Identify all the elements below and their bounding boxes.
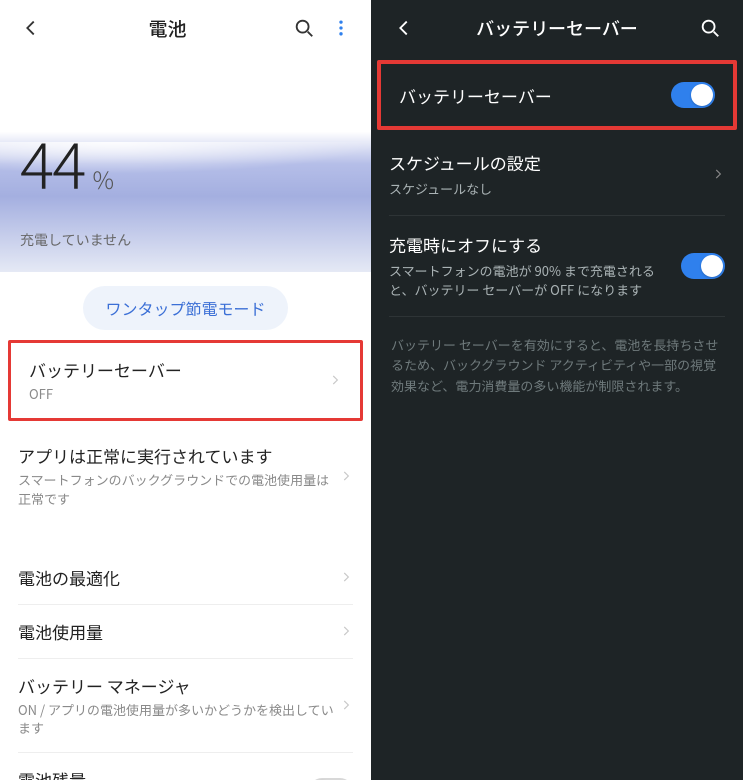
- back-icon[interactable]: [385, 9, 423, 47]
- percent-mark: %: [92, 161, 114, 196]
- help-text: バッテリー セーバーを有効にすると、電池を長持ちさせるため、バックグラウンド ア…: [371, 317, 743, 415]
- apps-running-row[interactable]: アプリは正常に実行されています スマートフォンのバックグラウンドでの電池使用量は…: [0, 429, 371, 523]
- battery-manager-row[interactable]: バッテリー マネージャ ON / アプリの電池使用量が多いかどうかを検出していま…: [0, 659, 371, 753]
- search-icon[interactable]: [691, 9, 729, 47]
- charge-off-sub: スマートフォンの電池が 90% まで充電されると、バッテリー セーバーが OFF…: [389, 261, 669, 300]
- page-title: バッテリーセーバー: [423, 15, 691, 41]
- charge-status: 充電していません: [20, 230, 351, 250]
- battery-percent-value: 44: [20, 116, 84, 208]
- manager-title: バッテリー マネージャ: [18, 673, 339, 698]
- charge-off-row[interactable]: 充電時にオフにする スマートフォンの電池が 90% まで充電されると、バッテリー…: [371, 216, 743, 316]
- optimize-title: 電池の最適化: [18, 565, 339, 590]
- battery-hero: 44 % 充電していません: [0, 56, 371, 272]
- highlight-battery-saver: バッテリーセーバー OFF: [8, 340, 363, 421]
- right-header: バッテリーセーバー: [371, 0, 743, 56]
- one-tap-saver-button[interactable]: ワンタップ節電モード: [83, 286, 287, 330]
- battery-usage-row[interactable]: 電池使用量: [0, 605, 371, 658]
- battery-saver-title: バッテリーセーバー: [29, 357, 328, 382]
- search-icon[interactable]: [285, 9, 323, 47]
- manager-sub: ON / アプリの電池使用量が多いかどうかを検出しています: [18, 701, 339, 739]
- chevron-right-icon: [339, 698, 353, 712]
- usage-title: 電池使用量: [18, 619, 339, 644]
- charge-off-toggle[interactable]: [681, 253, 725, 279]
- chevron-right-icon: [328, 373, 342, 387]
- chevron-right-icon: [711, 167, 725, 181]
- battery-optimize-row[interactable]: 電池の最適化: [0, 551, 371, 604]
- chevron-right-icon: [339, 469, 353, 483]
- apps-running-sub: スマートフォンのバックグラウンドでの電池使用量は正常です: [18, 471, 339, 509]
- highlight-saver-toggle: バッテリーセーバー: [377, 60, 737, 130]
- battery-saver-row[interactable]: バッテリーセーバー OFF: [11, 343, 360, 418]
- remaining-title: 電池残量: [18, 767, 309, 780]
- schedule-title: スケジュールの設定: [389, 150, 699, 175]
- apps-running-title: アプリは正常に実行されています: [18, 443, 339, 468]
- battery-saver-toggle-row[interactable]: バッテリーセーバー: [381, 66, 733, 124]
- saver-toggle[interactable]: [671, 82, 715, 108]
- saver-toggle-title: バッテリーセーバー: [399, 83, 659, 108]
- battery-settings-pane: 電池 44 % 充電していません ワンタップ節電モード バッテリーセーバー OF…: [0, 0, 371, 780]
- charge-off-title: 充電時にオフにする: [389, 232, 669, 257]
- battery-saver-sub: OFF: [29, 385, 328, 404]
- left-header: 電池: [0, 0, 371, 56]
- back-icon[interactable]: [12, 9, 50, 47]
- chevron-right-icon: [339, 570, 353, 584]
- more-icon[interactable]: [323, 10, 359, 46]
- chevron-right-icon: [339, 624, 353, 638]
- schedule-row[interactable]: スケジュールの設定 スケジュールなし: [371, 134, 743, 215]
- page-title: 電池: [50, 15, 285, 42]
- battery-saver-pane: バッテリーセーバー バッテリーセーバー スケジュールの設定 スケジュールなし 充…: [371, 0, 743, 780]
- schedule-sub: スケジュールなし: [389, 179, 699, 199]
- battery-remaining-row[interactable]: 電池残量 ステータスバーに電池残量を%で表示: [0, 753, 371, 780]
